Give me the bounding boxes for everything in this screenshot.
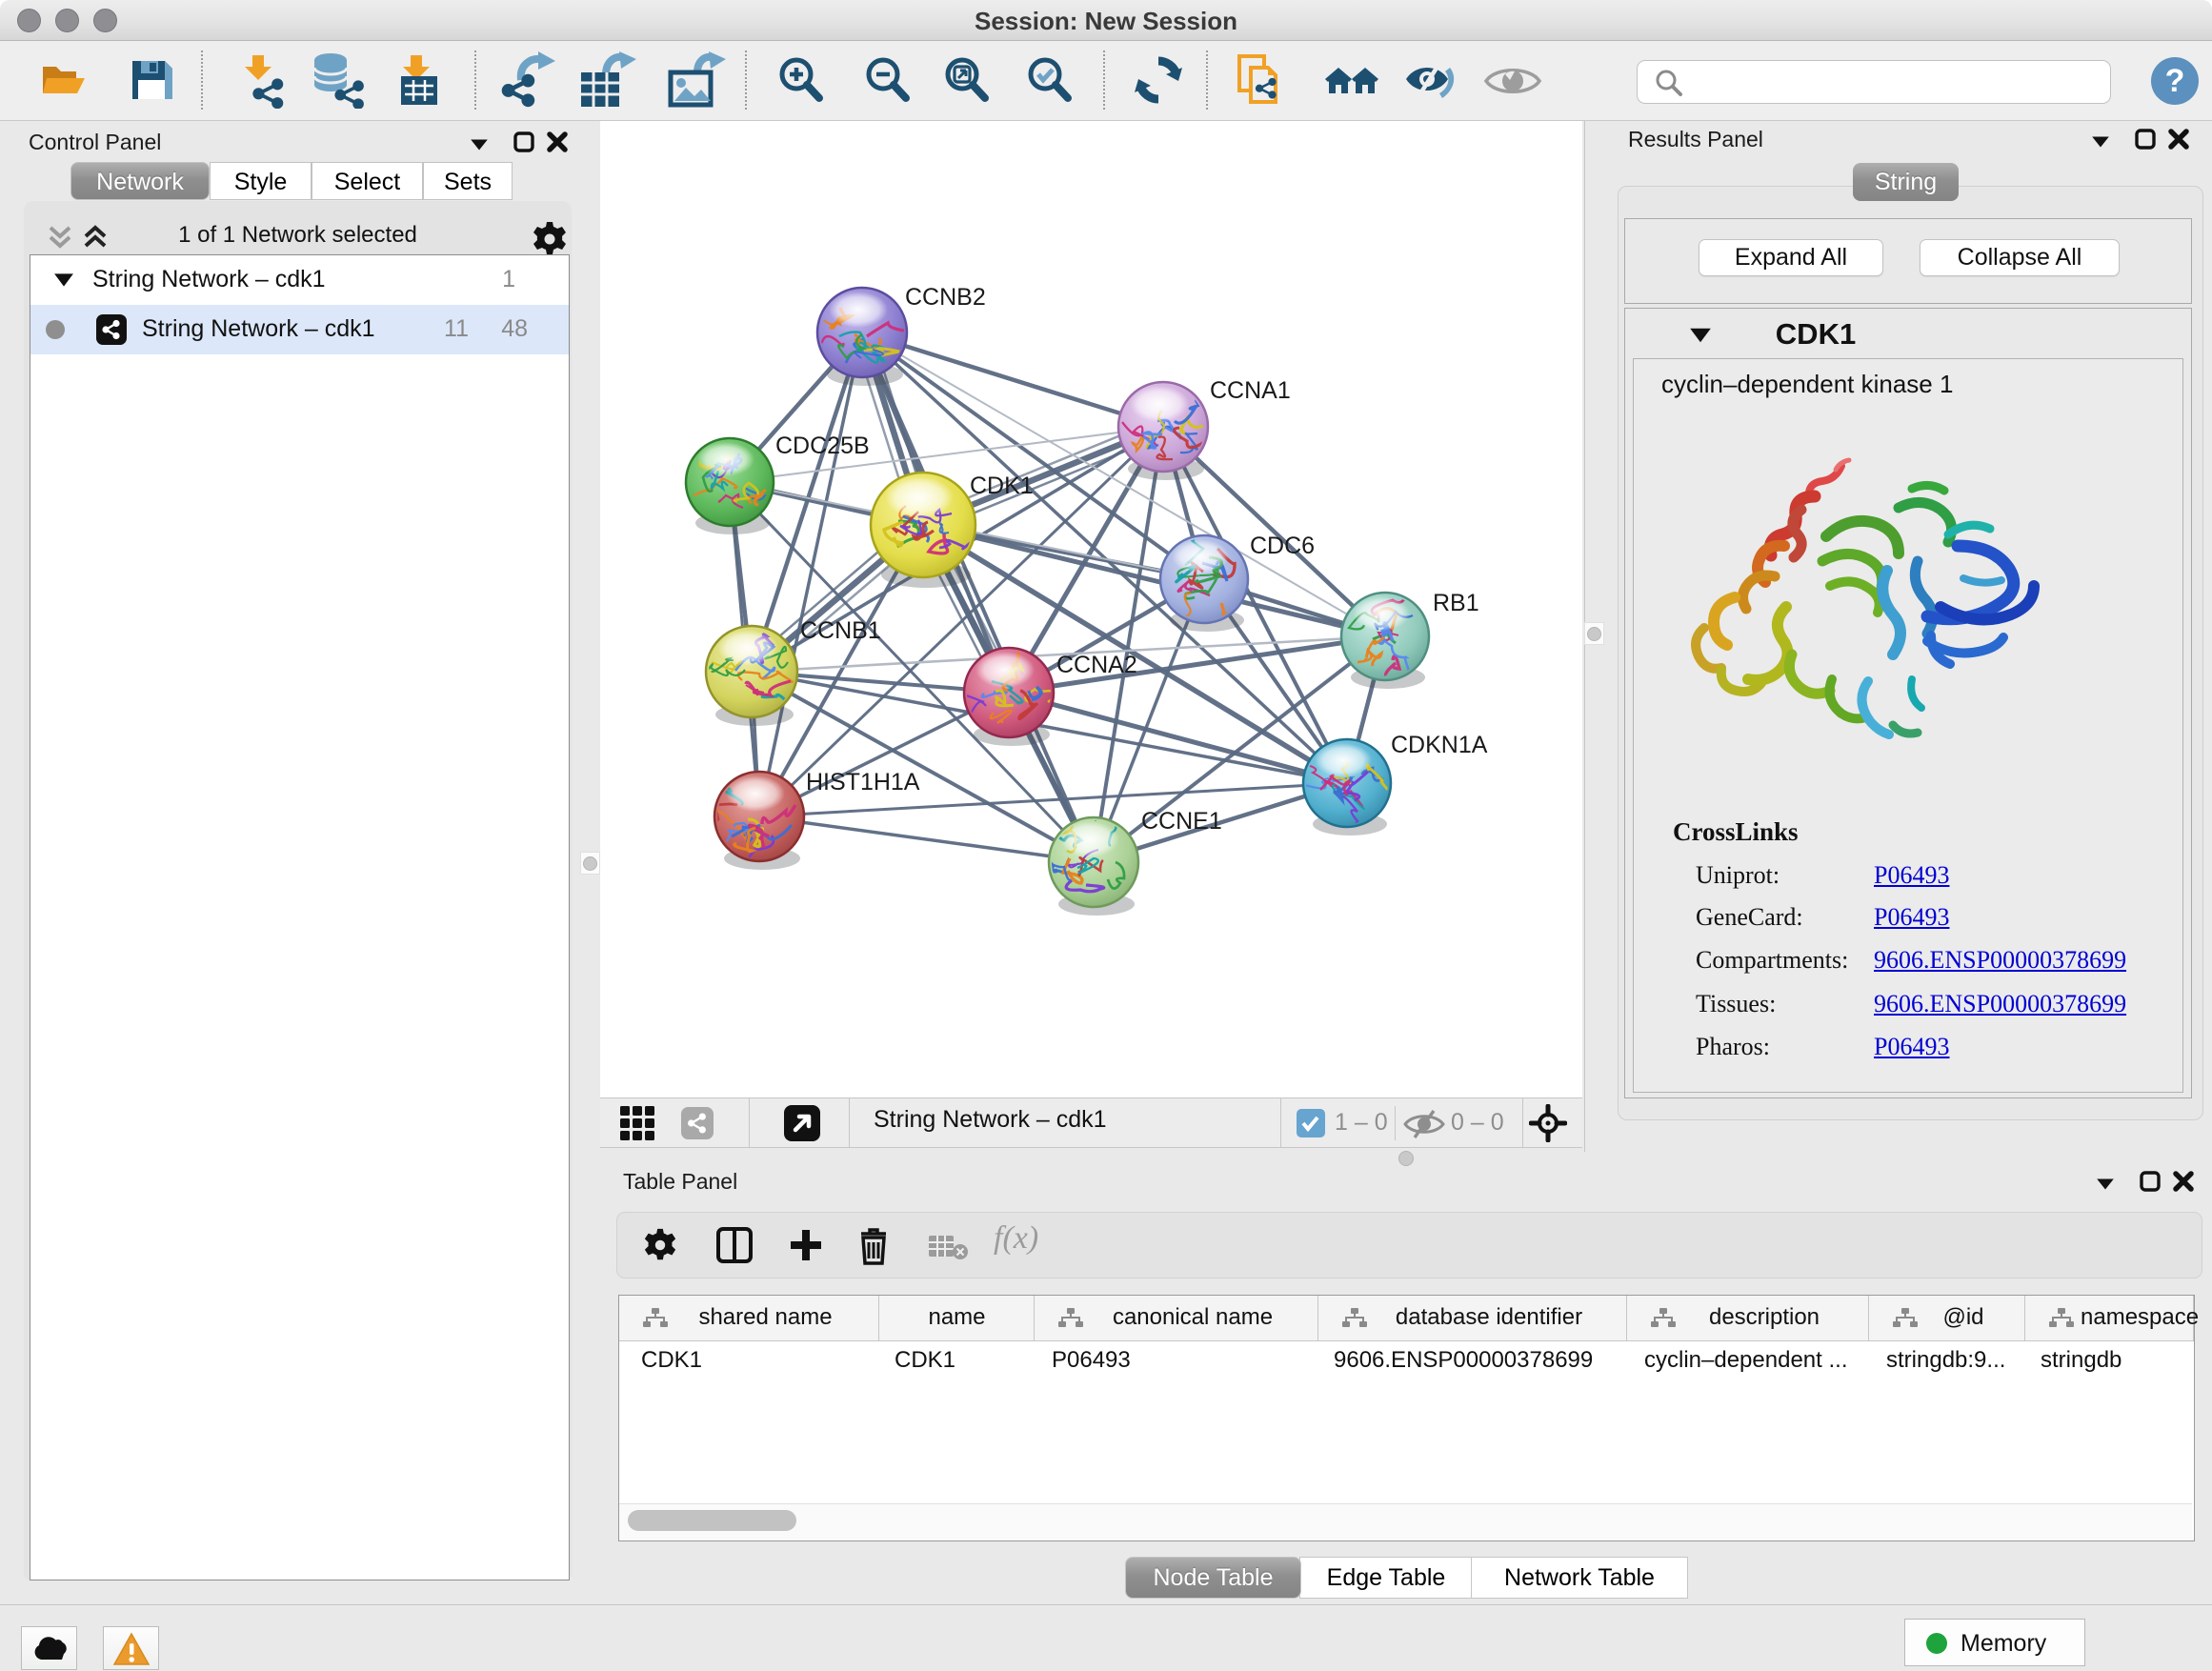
svg-text:CCNB2: CCNB2 <box>905 284 986 311</box>
svg-text:CDKN1A: CDKN1A <box>1391 732 1488 758</box>
svg-text:RB1: RB1 <box>1433 590 1479 616</box>
svg-text:CCNA1: CCNA1 <box>1210 377 1291 404</box>
svg-text:CDC25B: CDC25B <box>775 433 870 459</box>
svg-text:?: ? <box>2165 63 2185 99</box>
svg-text:CCNB1: CCNB1 <box>800 617 881 644</box>
svg-text:CDC6: CDC6 <box>1250 533 1315 559</box>
svg-text:HIST1H1A: HIST1H1A <box>806 769 920 795</box>
svg-text:CDK1: CDK1 <box>970 473 1034 499</box>
svg-text:CCNA2: CCNA2 <box>1056 652 1137 678</box>
svg-text:CCNE1: CCNE1 <box>1141 808 1222 835</box>
